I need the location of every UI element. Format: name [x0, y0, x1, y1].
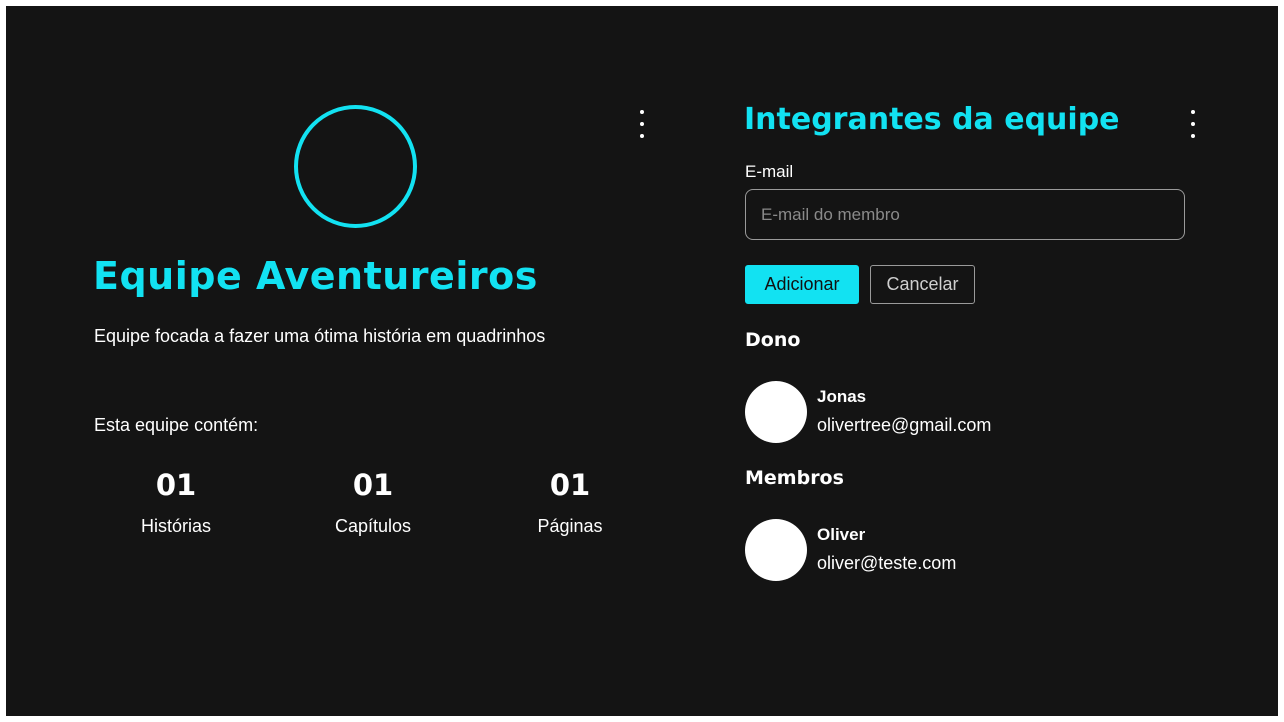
- stat-stories-label: Histórias: [140, 516, 211, 536]
- stat-chapters-label: Capítulos: [334, 516, 412, 536]
- email-label: E-mail: [745, 162, 794, 181]
- members-heading: Membros: [745, 467, 844, 489]
- stat-stories-value: 01: [155, 468, 197, 502]
- members-options-menu-icon[interactable]: [1186, 110, 1200, 138]
- stat-stories: 01 Histórias: [106, 466, 246, 537]
- member-email: oliver@teste.com: [817, 553, 957, 573]
- stat-chapters: 01 Capítulos: [303, 466, 443, 537]
- cancel-button[interactable]: Cancelar: [870, 265, 975, 304]
- stat-chapters-value: 01: [352, 468, 394, 502]
- member-email-input[interactable]: [745, 189, 1185, 240]
- team-page: Equipe Aventureiros Equipe focada a faze…: [6, 6, 1278, 716]
- members-title: Integrantes da equipe: [744, 102, 1120, 137]
- owner-name: Jonas: [817, 387, 867, 406]
- team-contains-label: Esta equipe contém:: [94, 415, 259, 435]
- owner-heading: Dono: [745, 329, 801, 351]
- stat-pages: 01 Páginas: [500, 466, 640, 537]
- team-options-menu-icon[interactable]: [635, 110, 649, 138]
- owner-email: olivertree@gmail.com: [817, 415, 992, 435]
- stat-pages-label: Páginas: [537, 516, 603, 536]
- stat-pages-value: 01: [549, 468, 591, 502]
- member-avatar: [745, 519, 807, 581]
- team-name: Equipe Aventureiros: [93, 254, 538, 298]
- owner-card: Jonas olivertree@gmail.com: [745, 381, 991, 443]
- member-card: Oliver oliver@teste.com: [745, 519, 956, 581]
- member-name: Oliver: [817, 525, 866, 544]
- owner-avatar: [745, 381, 807, 443]
- team-description: Equipe focada a fazer uma ótima história…: [94, 326, 546, 346]
- add-member-button[interactable]: Adicionar: [745, 265, 859, 304]
- team-avatar: [294, 105, 417, 228]
